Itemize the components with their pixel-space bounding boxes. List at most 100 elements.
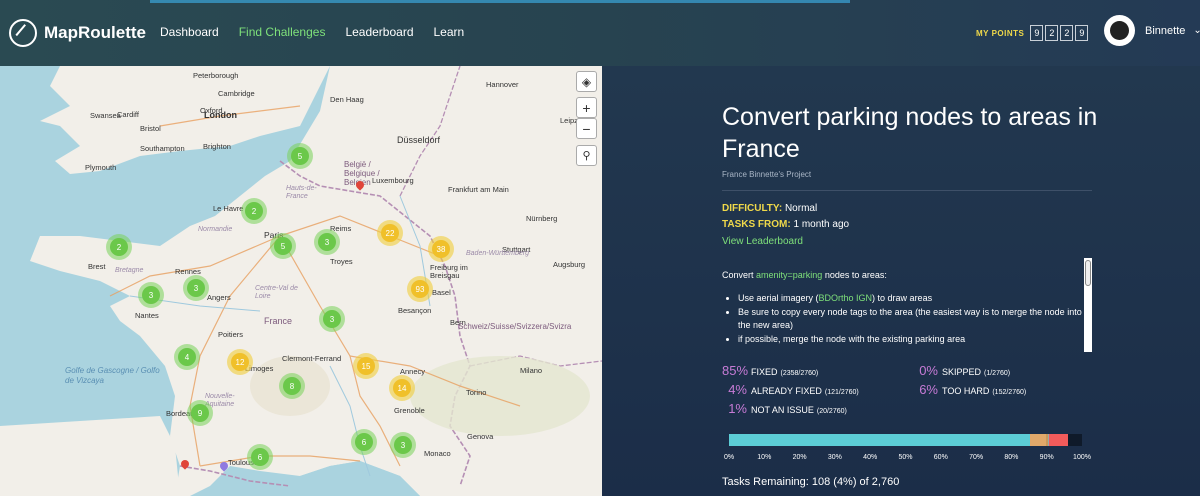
cluster-count: 3 [142,286,160,304]
axis-tick-label: 0% [723,454,735,461]
map-label-city: Torino [466,388,487,397]
cluster-count: 8 [283,377,301,395]
task-cluster[interactable]: 6 [351,429,377,455]
map-search-button[interactable]: ⚲ [576,145,597,166]
map-label-city: Hannover [486,80,519,89]
task-cluster[interactable]: 14 [389,375,415,401]
task-cluster[interactable]: 12 [227,349,253,375]
stat-label: ALREADY FIXED [751,386,822,396]
my-points[interactable]: MY POINTS 9 2 2 9 [976,25,1090,41]
axis-tick-label: 80% [1004,454,1019,461]
axis-tick-label: 50% [898,454,913,461]
stat-percent: 4% [728,382,747,397]
nav-dashboard[interactable]: Dashboard [160,25,219,39]
stat-fraction: (152/2760) [992,389,1027,396]
imagery-link[interactable]: BDOrtho IGN [819,293,873,303]
user-menu[interactable]: Binnette ⌄ [1104,15,1200,46]
tag-link[interactable]: amenity=parking [756,270,822,280]
tasks-from-value: 1 month ago [793,219,850,230]
map-label-city: Troyes [330,257,353,266]
task-cluster[interactable]: 3 [319,306,345,332]
list-item: Be sure to copy every node tags to the a… [738,306,1084,332]
map-label-city: Frankfurt am Main [448,185,509,194]
description-text: nodes to areas: [822,270,887,280]
brand-logo-link[interactable]: MapRoulette [9,19,146,47]
task-cluster[interactable]: 5 [270,233,296,259]
map-label-region: Baden-Württemberg [466,250,530,257]
description-text: Use aerial imagery ( [738,293,819,303]
task-cluster[interactable]: 6 [247,444,273,470]
nav-learn[interactable]: Learn [434,25,465,39]
cluster-count: 3 [187,279,205,297]
axis-tick-label: 100% [1073,454,1091,461]
map-label-city: Milano [520,366,543,375]
map-label-city: Freiburg im Breisgau [430,263,468,280]
cluster-count: 15 [357,357,375,375]
challenge-map[interactable]: Peterborough Cambridge Oxford London Car… [0,66,602,496]
task-cluster[interactable]: 93 [407,276,433,302]
task-cluster[interactable]: 8 [279,373,305,399]
map-label-city: Bristol [140,124,161,133]
points-digit: 2 [1045,25,1059,41]
cluster-count: 5 [291,147,309,165]
task-cluster[interactable]: 3 [390,432,416,458]
task-cluster[interactable]: 4 [174,344,200,370]
zoom-in-button[interactable]: + [576,97,597,118]
description-text: Convert [722,270,757,280]
description-scrollbar[interactable] [1084,258,1092,352]
map-basemap [0,66,602,496]
map-label-region: Bretagne [115,267,144,274]
view-leaderboard-link[interactable]: View Leaderboard [722,236,803,247]
map-label-city: Grenoble [394,406,425,415]
cluster-count: 14 [393,379,411,397]
zoom-out-button[interactable]: − [576,118,597,139]
map-label-city: Cambridge [218,89,255,98]
task-cluster[interactable]: 9 [187,400,213,426]
axis-tick-label: 10% [757,454,772,461]
chevron-down-icon[interactable]: ⌄ [1193,25,1200,36]
task-cluster[interactable]: 3 [314,229,340,255]
brand-name: MapRoulette [44,23,146,42]
task-cluster[interactable]: 38 [428,236,454,262]
points-digit: 9 [1030,25,1044,41]
stat-percent: 0% [919,363,938,378]
tasks-from-label: TASKS FROM: [722,219,791,230]
description-list: Use aerial imagery (BDOrtho IGN) to draw… [722,292,1084,346]
stat-label: NOT AN ISSUE [751,405,814,415]
layers-toggle-button[interactable]: ◈ [576,71,597,92]
points-digit: 9 [1075,25,1089,41]
cluster-count: 22 [381,224,399,242]
task-cluster[interactable]: 2 [106,234,132,260]
points-digit: 2 [1060,25,1074,41]
map-label-city: Le Havre [213,204,244,213]
map-label-city: Swansea [90,111,121,120]
map-label-city: Clermont-Ferrand [282,354,342,363]
map-label-city: Brighton [203,142,231,151]
map-label-city: Poitiers [218,330,244,339]
difficulty-label: DIFFICULTY: [722,203,783,214]
task-cluster[interactable]: 2 [241,198,267,224]
plus-icon: + [582,99,591,116]
cluster-count: 6 [251,448,269,466]
stat-too-hard: 6% TOO HARD (152/2760) [918,382,1026,397]
map-label-city: Augsburg [553,260,586,269]
map-label-region: Normandie [198,226,233,233]
task-cluster[interactable]: 15 [353,353,379,379]
stat-label: TOO HARD [942,386,990,396]
nav-find-challenges[interactable]: Find Challenges [239,25,326,39]
challenge-detail-panel: Convert parking nodes to areas in France… [602,66,1200,496]
description-intro: Convert amenity=parking nodes to areas: [722,269,1084,282]
stat-fraction: (20/2760) [816,408,847,415]
task-cluster[interactable]: 22 [377,220,403,246]
task-cluster[interactable]: 5 [287,143,313,169]
axis-tick-label: 60% [933,454,948,461]
list-item: Use aerial imagery (BDOrtho IGN) to draw… [738,292,1084,305]
map-label-city: Basel [432,288,451,297]
task-cluster[interactable]: 3 [138,282,164,308]
avatar[interactable] [1104,15,1135,46]
map-label-city: Luxembourg [372,176,414,185]
scrollbar-thumb[interactable] [1085,260,1091,286]
task-cluster[interactable]: 3 [183,275,209,301]
navbar-highlight [150,0,850,3]
nav-leaderboard[interactable]: Leaderboard [345,25,413,39]
